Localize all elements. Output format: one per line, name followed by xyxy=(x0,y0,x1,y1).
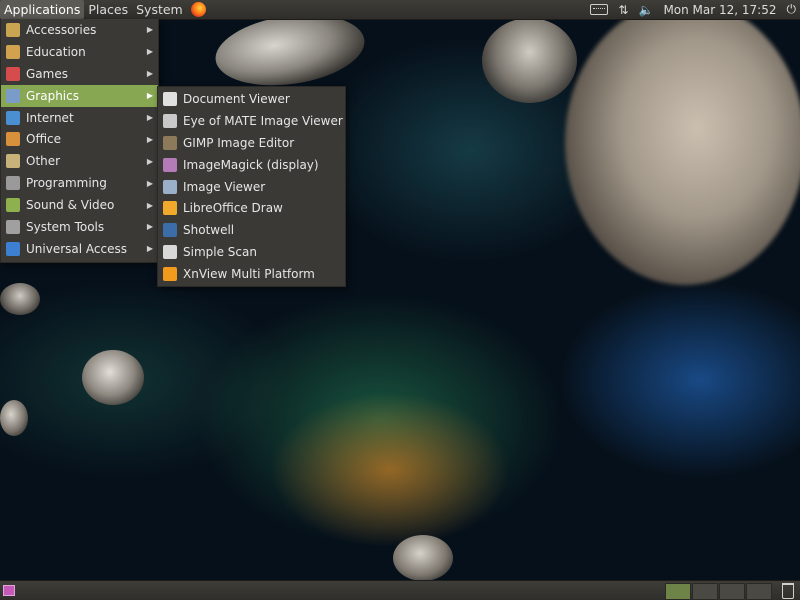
menu-item-system-tools[interactable]: System Tools ▶ xyxy=(1,216,158,238)
programming-icon xyxy=(6,176,20,191)
menu-item-label: Internet xyxy=(26,110,74,125)
chevron-right-icon: ▶ xyxy=(146,25,153,35)
workspace-button[interactable] xyxy=(692,583,718,600)
chevron-right-icon: ▶ xyxy=(146,113,153,122)
menu-item-accessories[interactable]: Accessories ▶ xyxy=(1,19,158,41)
menu-item-label: Other xyxy=(26,154,61,169)
eye-of-mate-icon xyxy=(163,113,177,128)
menu-item-office[interactable]: Office ▶ xyxy=(1,128,158,150)
volume-icon[interactable]: 🔈 xyxy=(638,3,653,17)
chevron-right-icon: ▶ xyxy=(146,47,153,57)
menu-item-label: Programming xyxy=(26,176,107,191)
image-viewer-icon xyxy=(163,179,177,194)
trash-icon[interactable] xyxy=(782,583,794,599)
universal-access-icon xyxy=(6,241,20,256)
workspace-button[interactable] xyxy=(746,583,772,600)
firefox-icon[interactable] xyxy=(190,2,206,17)
submenu-item-label: Image Viewer xyxy=(183,179,266,194)
menu-item-programming[interactable]: Programming ▶ xyxy=(1,172,158,194)
menu-item-label: Games xyxy=(26,66,68,81)
xnview-icon xyxy=(163,267,177,282)
submenu-item-label: Eye of MATE Image Viewer xyxy=(183,113,343,128)
asteroid-image xyxy=(0,283,40,315)
menu-item-label: Accessories xyxy=(26,22,97,37)
keyboard-icon[interactable] xyxy=(590,4,609,15)
gimp-icon xyxy=(163,135,177,150)
imagemagick-icon xyxy=(163,157,177,172)
applications-menu[interactable]: Applications xyxy=(0,0,85,19)
libreoffice-draw-icon xyxy=(163,201,177,216)
places-menu[interactable]: Places xyxy=(84,0,132,19)
asteroid-image xyxy=(0,400,28,436)
submenu-item-document-viewer[interactable]: Document Viewer xyxy=(158,88,345,110)
submenu-item-shotwell[interactable]: Shotwell xyxy=(158,219,345,241)
document-viewer-icon xyxy=(163,91,177,106)
chevron-right-icon: ▶ xyxy=(146,134,153,144)
menu-item-other[interactable]: Other ▶ xyxy=(1,150,158,172)
other-icon xyxy=(6,154,20,169)
menu-item-label: Education xyxy=(26,44,86,59)
accessories-icon xyxy=(6,22,20,37)
asteroid-image xyxy=(393,535,453,581)
menu-item-games[interactable]: Games ▶ xyxy=(1,63,158,85)
menu-item-label: Sound & Video xyxy=(26,198,115,213)
submenu-item-label: ImageMagick (display) xyxy=(183,157,319,172)
menu-item-label: Universal Access xyxy=(26,241,127,256)
simple-scan-icon xyxy=(163,245,177,260)
network-icon[interactable]: ⇅ xyxy=(618,3,628,17)
power-icon[interactable]: ⏻ xyxy=(787,2,797,17)
chevron-right-icon: ▶ xyxy=(146,200,153,210)
asteroid-image xyxy=(482,18,577,103)
clock[interactable]: Mon Mar 12, 17:52 xyxy=(663,3,776,17)
office-icon xyxy=(6,132,20,147)
games-icon xyxy=(6,66,20,81)
workspace-switcher xyxy=(665,583,772,600)
workspace-button[interactable] xyxy=(719,583,745,600)
submenu-item-label: XnView Multi Platform xyxy=(183,267,315,282)
education-icon xyxy=(6,44,20,59)
submenu-item-simple-scan[interactable]: Simple Scan xyxy=(158,241,345,263)
menu-item-education[interactable]: Education ▶ xyxy=(1,41,158,63)
chevron-right-icon: ▶ xyxy=(146,244,153,254)
menu-item-label: Office xyxy=(26,132,62,147)
system-menu[interactable]: System xyxy=(132,0,187,19)
submenu-item-label: Shotwell xyxy=(183,223,235,238)
sound-video-icon xyxy=(6,198,20,213)
submenu-item-label: Simple Scan xyxy=(183,245,257,260)
workspace-button[interactable] xyxy=(665,583,691,600)
chevron-right-icon: ▶ xyxy=(146,222,153,232)
menu-item-graphics[interactable]: Graphics ▶ xyxy=(1,84,158,107)
submenu-item-label: LibreOffice Draw xyxy=(183,201,283,216)
menu-item-internet[interactable]: Internet ▶ xyxy=(1,107,158,129)
system-tray: ⇅ 🔈 Mon Mar 12, 17:52 ⏻ xyxy=(590,0,796,19)
top-panel: Applications Places System ⇅ 🔈 Mon Mar 1… xyxy=(0,0,800,20)
graphics-icon xyxy=(6,88,20,103)
submenu-item-eye-of-mate-image-viewer[interactable]: Eye of MATE Image Viewer xyxy=(158,110,345,132)
applications-dropdown: Accessories ▶ Education ▶ Games ▶ Graphics ▶ Int… xyxy=(0,19,159,263)
chevron-right-icon: ▶ xyxy=(146,178,153,188)
show-desktop-icon[interactable] xyxy=(3,585,15,596)
asteroid-image xyxy=(82,350,144,405)
menu-item-sound-video[interactable]: Sound & Video ▶ xyxy=(1,194,158,216)
system-tools-icon xyxy=(6,219,20,234)
chevron-right-icon: ▶ xyxy=(146,156,153,166)
menu-item-universal-access[interactable]: Universal Access ▶ xyxy=(1,238,158,260)
submenu-item-xnview-multi-platform[interactable]: XnView Multi Platform xyxy=(158,263,345,285)
asteroid-image xyxy=(565,0,800,285)
submenu-item-libreoffice-draw[interactable]: LibreOffice Draw xyxy=(158,197,345,219)
chevron-right-icon: ▶ xyxy=(146,91,153,101)
submenu-item-gimp-image-editor[interactable]: GIMP Image Editor xyxy=(158,132,345,154)
submenu-item-label: GIMP Image Editor xyxy=(183,135,295,150)
menu-item-label: System Tools xyxy=(26,219,105,234)
submenu-item-label: Document Viewer xyxy=(183,91,290,106)
bottom-panel xyxy=(0,580,800,600)
menu-item-label: Graphics xyxy=(26,88,79,103)
submenu-item-imagemagick-display-[interactable]: ImageMagick (display) xyxy=(158,154,345,176)
shotwell-icon xyxy=(163,223,177,238)
submenu-item-image-viewer[interactable]: Image Viewer xyxy=(158,176,345,198)
internet-icon xyxy=(6,110,20,125)
graphics-submenu: Document Viewer Eye of MATE Image Viewer G… xyxy=(157,86,346,287)
chevron-right-icon: ▶ xyxy=(146,69,153,79)
